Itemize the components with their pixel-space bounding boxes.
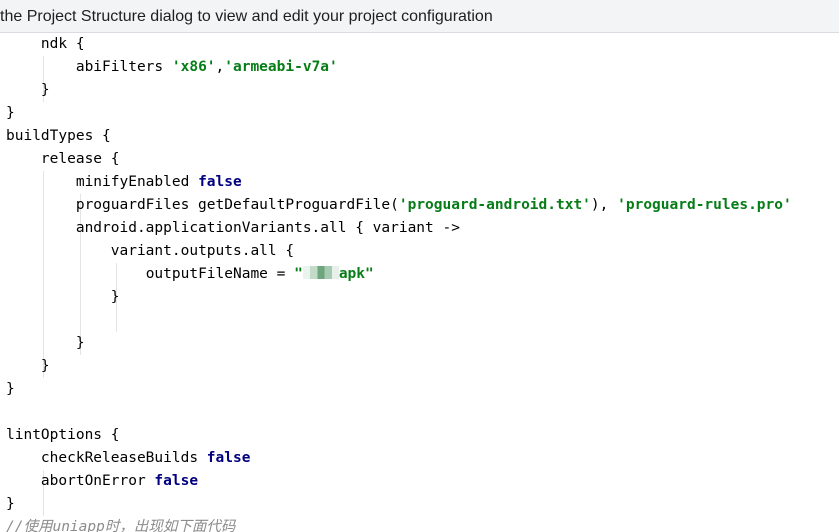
keyword: false bbox=[198, 174, 242, 190]
notification-banner: the Project Structure dialog to view and… bbox=[0, 0, 839, 33]
code-text: variant.outputs.all { bbox=[110, 243, 295, 259]
code-comment: //使用uniapp时，出现如下面代码 bbox=[6, 519, 236, 532]
string-literal: apk" bbox=[338, 266, 374, 282]
code-line[interactable]: //使用uniapp时，出现如下面代码 bbox=[6, 516, 235, 532]
code-line[interactable]: buildTypes { bbox=[6, 125, 111, 148]
code-line[interactable]: ndk { bbox=[6, 33, 85, 56]
code-text: } bbox=[6, 496, 15, 512]
code-text: buildTypes { bbox=[6, 128, 111, 144]
code-text: } bbox=[40, 358, 50, 374]
code-text: android.applicationVariants.all { varian… bbox=[75, 220, 460, 236]
redacted-text bbox=[302, 266, 339, 279]
code-text: } bbox=[110, 289, 120, 305]
code-line[interactable]: abiFilters 'x86','armeabi-v7a' bbox=[6, 56, 338, 79]
code-text: } bbox=[40, 82, 50, 98]
code-line[interactable]: } bbox=[6, 332, 85, 355]
code-line[interactable]: } bbox=[6, 286, 120, 309]
code-line[interactable]: } bbox=[6, 378, 15, 401]
code-text: minifyEnabled bbox=[75, 174, 199, 190]
code-line[interactable]: lintOptions { bbox=[6, 424, 120, 447]
string-literal: 'x86' bbox=[171, 59, 216, 75]
code-line[interactable]: android.applicationVariants.all { varian… bbox=[6, 217, 460, 240]
keyword: false bbox=[206, 450, 251, 466]
code-line[interactable]: release { bbox=[6, 148, 120, 171]
code-text: checkReleaseBuilds bbox=[40, 450, 207, 466]
code-line[interactable]: abortOnError false bbox=[6, 470, 198, 493]
string-literal: 'proguard-android.txt' bbox=[398, 197, 591, 213]
code-text: release { bbox=[40, 151, 120, 167]
code-line[interactable]: minifyEnabled false bbox=[6, 171, 242, 194]
string-literal: " bbox=[294, 266, 303, 282]
code-text: ndk { bbox=[40, 36, 85, 52]
code-text: abiFilters bbox=[75, 59, 172, 75]
code-text: , bbox=[215, 59, 225, 75]
keyword: false bbox=[154, 473, 199, 489]
code-line[interactable]: } bbox=[6, 79, 50, 102]
code-text: } bbox=[6, 381, 15, 397]
code-line[interactable]: variant.outputs.all { bbox=[6, 240, 294, 263]
string-literal: 'proguard-rules.pro' bbox=[617, 197, 792, 213]
code-text: outputFileName = bbox=[145, 266, 295, 282]
code-text: ), bbox=[590, 197, 618, 213]
code-line[interactable]: } bbox=[6, 355, 50, 378]
string-literal: 'armeabi-v7a' bbox=[224, 59, 338, 75]
code-text: abortOnError bbox=[40, 473, 155, 489]
code-line[interactable]: outputFileName = " apk" bbox=[6, 263, 374, 286]
code-line[interactable]: checkReleaseBuilds false bbox=[6, 447, 251, 470]
code-text: } bbox=[75, 335, 85, 351]
banner-text: the Project Structure dialog to view and… bbox=[0, 8, 493, 25]
code-line[interactable]: } bbox=[6, 102, 15, 125]
code-editor[interactable]: ndk { abiFilters 'x86','armeabi-v7a' } }… bbox=[0, 33, 839, 532]
code-line[interactable]: proguardFiles getDefaultProguardFile('pr… bbox=[6, 194, 792, 217]
code-text: lintOptions { bbox=[6, 427, 120, 443]
code-text: } bbox=[6, 105, 15, 121]
code-line[interactable]: } bbox=[6, 493, 15, 516]
code-text: proguardFiles getDefaultProguardFile( bbox=[75, 197, 399, 213]
